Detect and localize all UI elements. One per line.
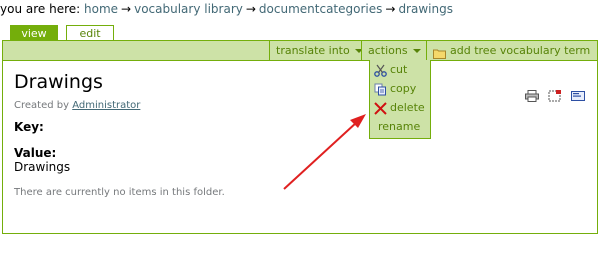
- breadcrumb-prefix: you are here:: [0, 2, 81, 16]
- translate-into-menu[interactable]: translate into: [269, 41, 369, 60]
- tab-edit[interactable]: edit: [66, 25, 114, 41]
- value-label: Value:: [14, 146, 57, 160]
- actions-dropdown: cut copy delete rename: [369, 60, 431, 139]
- menu-item-delete[interactable]: delete: [370, 98, 430, 117]
- page-title: Drawings: [14, 71, 103, 93]
- add-tree-vocabulary-term-menu[interactable]: add tree vocabulary term: [426, 41, 596, 60]
- menu-item-label: rename: [378, 120, 421, 133]
- delete-x-icon: [374, 101, 387, 115]
- actions-menu[interactable]: actions: [361, 41, 427, 60]
- created-by-prefix: Created by: [14, 100, 70, 111]
- breadcrumb-vocabulary-library[interactable]: vocabulary library: [134, 2, 243, 16]
- content-action-bar: translate into actions add tree vocabula…: [3, 41, 597, 61]
- print-icon[interactable]: [524, 87, 539, 102]
- menu-item-cut[interactable]: cut: [370, 60, 430, 79]
- content-area: translate into actions add tree vocabula…: [2, 40, 598, 234]
- key-label: Key:: [14, 120, 44, 134]
- scissors-icon: [374, 64, 387, 77]
- translate-into-label: translate into: [276, 44, 350, 57]
- byline: Created by Administrator: [14, 100, 140, 111]
- actions-label: actions: [368, 44, 408, 57]
- breadcrumb-separator: →: [245, 2, 256, 16]
- menu-item-label: cut: [390, 63, 408, 76]
- send-email-icon[interactable]: [571, 87, 585, 101]
- copy-icon: [374, 83, 387, 96]
- menu-item-label: delete: [390, 101, 425, 114]
- menu-item-copy[interactable]: copy: [370, 79, 430, 98]
- chevron-down-icon: [412, 49, 421, 53]
- breadcrumb-documentcategories[interactable]: documentcategories: [259, 2, 382, 16]
- full-screen-icon[interactable]: [548, 87, 562, 101]
- breadcrumb-separator: →: [121, 2, 132, 16]
- add-tree-vocabulary-term-label: add tree vocabulary term: [450, 44, 591, 57]
- menu-item-label: copy: [390, 82, 417, 95]
- document-actions: [521, 82, 585, 102]
- author-link[interactable]: Administrator: [72, 100, 140, 111]
- breadcrumb: you are here: home → vocabulary library → do…: [0, 0, 600, 18]
- value-text: Drawings: [14, 160, 71, 174]
- breadcrumb-home[interactable]: home: [84, 2, 118, 16]
- folder-icon: [433, 46, 446, 59]
- menu-item-rename[interactable]: rename: [370, 117, 430, 136]
- breadcrumb-drawings[interactable]: drawings: [398, 2, 453, 16]
- breadcrumb-separator: →: [385, 2, 396, 16]
- empty-folder-message: There are currently no items in this fol…: [14, 187, 225, 198]
- tab-view[interactable]: view: [10, 25, 58, 41]
